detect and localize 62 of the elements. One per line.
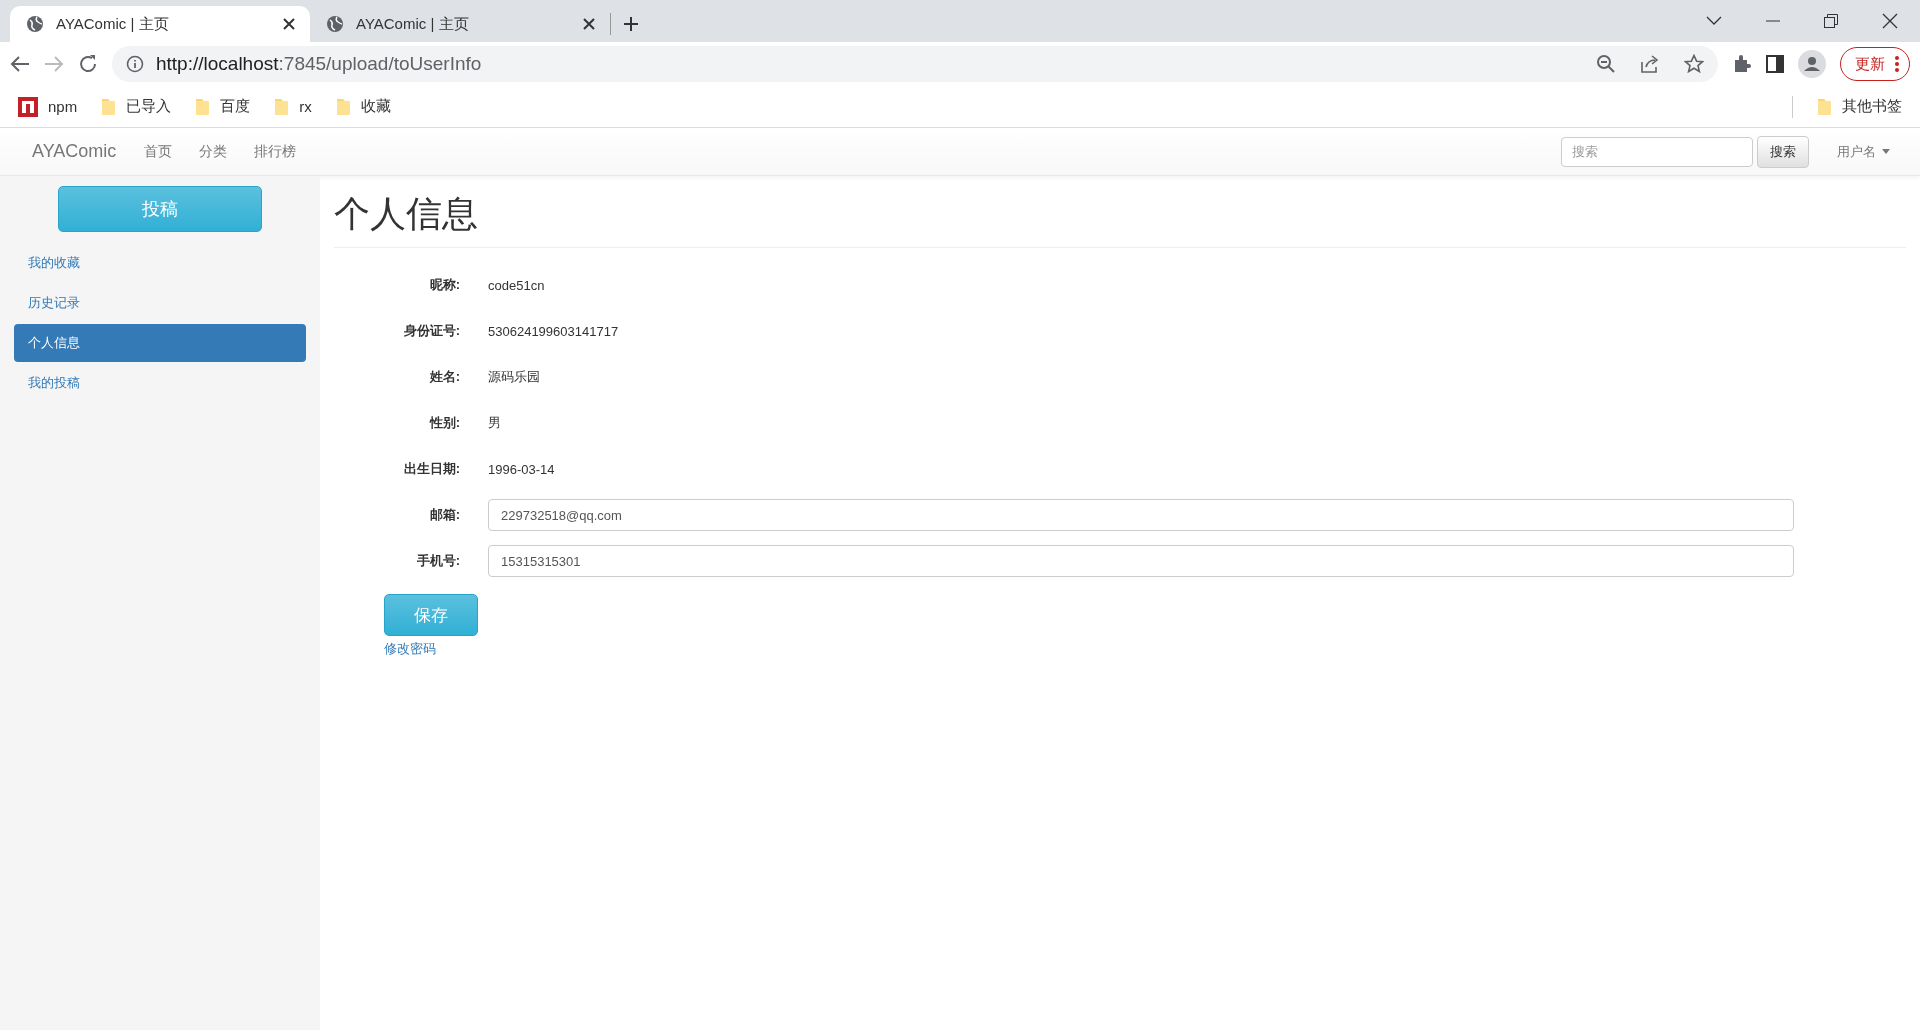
sidebar-item[interactable]: 我的收藏 (14, 244, 306, 282)
input-field[interactable]: 15315315301 (488, 545, 1794, 577)
field-label: 姓名: (428, 368, 460, 386)
site-brand[interactable]: AYAComic (32, 141, 117, 162)
field-value: 源码乐园 (488, 368, 540, 386)
browser-tab[interactable]: AYAComic | 主页 (310, 6, 610, 42)
reload-icon[interactable] (78, 54, 98, 74)
plus-icon[interactable] (622, 15, 640, 33)
browser-tab[interactable]: AYAComic | 主页 (10, 6, 310, 42)
close-icon[interactable] (582, 17, 596, 31)
field-label: 性别: (428, 414, 460, 432)
folder-icon (101, 97, 117, 116)
side-panel-icon[interactable] (1766, 55, 1784, 73)
bookmark[interactable]: 百度 (195, 97, 251, 116)
folder-icon (1817, 97, 1832, 116)
chevron-down-icon[interactable] (1706, 16, 1722, 26)
globe-icon (326, 15, 344, 33)
folder-icon (195, 97, 211, 116)
folder-icon (335, 97, 351, 116)
search-field[interactable]: 搜索 (1561, 136, 1753, 167)
bookmark[interactable]: npm (18, 96, 78, 117)
field-label: 手机号: (415, 552, 460, 570)
folder-icon (274, 97, 290, 116)
star-icon[interactable] (1684, 54, 1704, 74)
back-arrow-icon[interactable] (10, 55, 30, 73)
bookmark[interactable]: 收藏 (335, 97, 391, 116)
info-icon (126, 55, 144, 73)
puzzle-icon[interactable] (1732, 54, 1752, 74)
sidebar-item[interactable]: 历史记录 (14, 284, 306, 322)
search-button[interactable]: 搜索 (1757, 135, 1809, 168)
more-vert-icon (1895, 56, 1899, 72)
caret-icon (1882, 149, 1890, 154)
share-icon[interactable] (1640, 54, 1660, 74)
close-icon[interactable] (1882, 13, 1898, 29)
field-value: code51cn (488, 277, 545, 293)
field-value: 男 (488, 414, 501, 432)
nav-link[interactable]: 分类 (199, 142, 228, 161)
bookmark[interactable]: 其他书签 (1817, 97, 1902, 116)
sidebar-item[interactable]: 个人信息 (14, 324, 306, 362)
field-value: 1996-03-14 (488, 461, 555, 477)
bookmark[interactable]: rx (274, 97, 312, 116)
globe-icon (26, 15, 44, 33)
field-value: 530624199603141717 (488, 323, 619, 339)
input-field[interactable]: 229732518@qq.com (488, 499, 1794, 531)
profile-icon[interactable] (1798, 50, 1826, 78)
zoom-out-icon[interactable] (1596, 54, 1616, 74)
page-title: 个人信息 (334, 190, 1906, 248)
sidebar-item[interactable]: 我的投稿 (14, 364, 306, 402)
bookmark[interactable]: 已导入 (101, 97, 172, 116)
field-label: 身份证号: (402, 322, 460, 340)
npm-logo-icon (18, 96, 38, 117)
nav-link[interactable]: 排行榜 (254, 142, 297, 161)
nav-link[interactable]: 首页 (144, 142, 173, 161)
field-label: 邮箱: (428, 506, 460, 524)
address-bar-url[interactable]: http://localhost:7845/upload/toUserInfo (156, 53, 482, 75)
update-button[interactable]: 更新 (1840, 47, 1910, 81)
field-label: 出生日期: (402, 460, 460, 478)
change-password-link[interactable]: 修改密码 (384, 640, 1906, 658)
close-icon[interactable] (282, 17, 296, 31)
restore-icon[interactable] (1824, 14, 1838, 28)
user-menu[interactable]: 用户名 (1837, 142, 1890, 161)
field-label: 昵称: (428, 276, 460, 294)
